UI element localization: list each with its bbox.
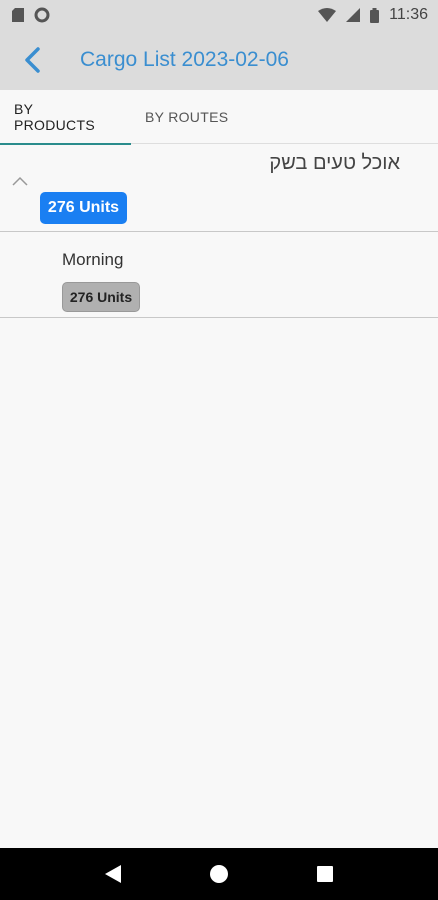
system-nav-bar [0,848,438,900]
signal-icon [346,8,361,22]
chevron-up-icon[interactable] [12,176,28,186]
wifi-icon [318,8,337,22]
back-arrow-icon [25,47,40,73]
page-title: Cargo List 2023-02-06 [80,48,289,71]
nav-back-button[interactable] [93,854,133,894]
tab-by-routes[interactable]: BY ROUTES [131,90,242,144]
sim-card-icon [12,8,24,22]
recents-square-icon [317,866,333,882]
battery-icon [370,7,380,23]
list-item-units-badge: 276 Units [62,282,140,312]
circle-notification-icon [34,7,50,23]
status-time: 11:36 [389,6,428,23]
product-group-title: אוכל טעים בשק [269,152,400,174]
tab-by-products[interactable]: BY PRODUCTS [0,90,131,145]
nav-recents-button[interactable] [305,854,345,894]
back-button[interactable] [0,30,64,90]
app-bar: Cargo List 2023-02-06 [0,30,438,90]
group-units-badge: 276 Units [40,192,127,224]
back-triangle-icon [105,865,121,883]
status-bar: 11:36 [0,0,438,30]
home-circle-icon [210,865,228,883]
nav-home-button[interactable] [199,854,239,894]
tab-bar: BY PRODUCTS BY ROUTES [0,90,438,145]
list-item-label: Morning [62,250,124,269]
